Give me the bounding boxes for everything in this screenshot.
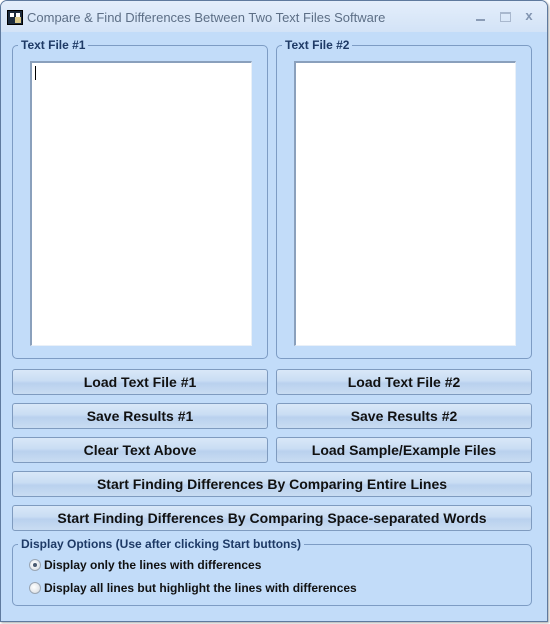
load-sample-files-button[interactable]: Load Sample/Example Files xyxy=(276,437,532,463)
clear-text-button[interactable]: Clear Text Above xyxy=(12,437,268,463)
display-only-differences-option[interactable]: Display only the lines with differences xyxy=(29,557,261,573)
text-file-2-input[interactable] xyxy=(294,61,516,346)
start-compare-words-button[interactable]: Start Finding Differences By Comparing S… xyxy=(12,505,532,531)
close-icon[interactable]: x xyxy=(519,8,539,24)
text-file-1-input[interactable] xyxy=(30,61,252,346)
text-file-1-group: Text File #1 xyxy=(12,38,268,359)
radio-checked-icon[interactable] xyxy=(29,559,41,571)
text-caret xyxy=(35,66,36,80)
title-bar[interactable]: Compare & Find Differences Between Two T… xyxy=(1,1,547,33)
text-file-1-label: Text File #1 xyxy=(18,38,89,52)
app-icon[interactable] xyxy=(7,10,23,25)
load-text-file-1-button[interactable]: Load Text File #1 xyxy=(12,369,268,395)
save-results-1-button[interactable]: Save Results #1 xyxy=(12,403,268,429)
save-results-2-button[interactable]: Save Results #2 xyxy=(276,403,532,429)
display-all-highlight-option[interactable]: Display all lines but highlight the line… xyxy=(29,580,357,596)
display-only-differences-label: Display only the lines with differences xyxy=(44,558,262,572)
display-options-group: Display Options (Use after clicking Star… xyxy=(12,537,532,606)
app-window: Compare & Find Differences Between Two T… xyxy=(0,0,548,622)
maximize-icon[interactable] xyxy=(495,8,515,24)
display-all-highlight-label: Display all lines but highlight the line… xyxy=(44,581,357,595)
minimize-icon[interactable] xyxy=(471,8,491,24)
window-title: Compare & Find Differences Between Two T… xyxy=(27,10,386,25)
text-file-2-label: Text File #2 xyxy=(282,38,353,52)
load-text-file-2-button[interactable]: Load Text File #2 xyxy=(276,369,532,395)
start-compare-lines-button[interactable]: Start Finding Differences By Comparing E… xyxy=(12,471,532,497)
display-options-label: Display Options (Use after clicking Star… xyxy=(18,537,305,551)
text-file-2-group: Text File #2 xyxy=(276,38,532,359)
radio-unchecked-icon[interactable] xyxy=(29,582,41,594)
